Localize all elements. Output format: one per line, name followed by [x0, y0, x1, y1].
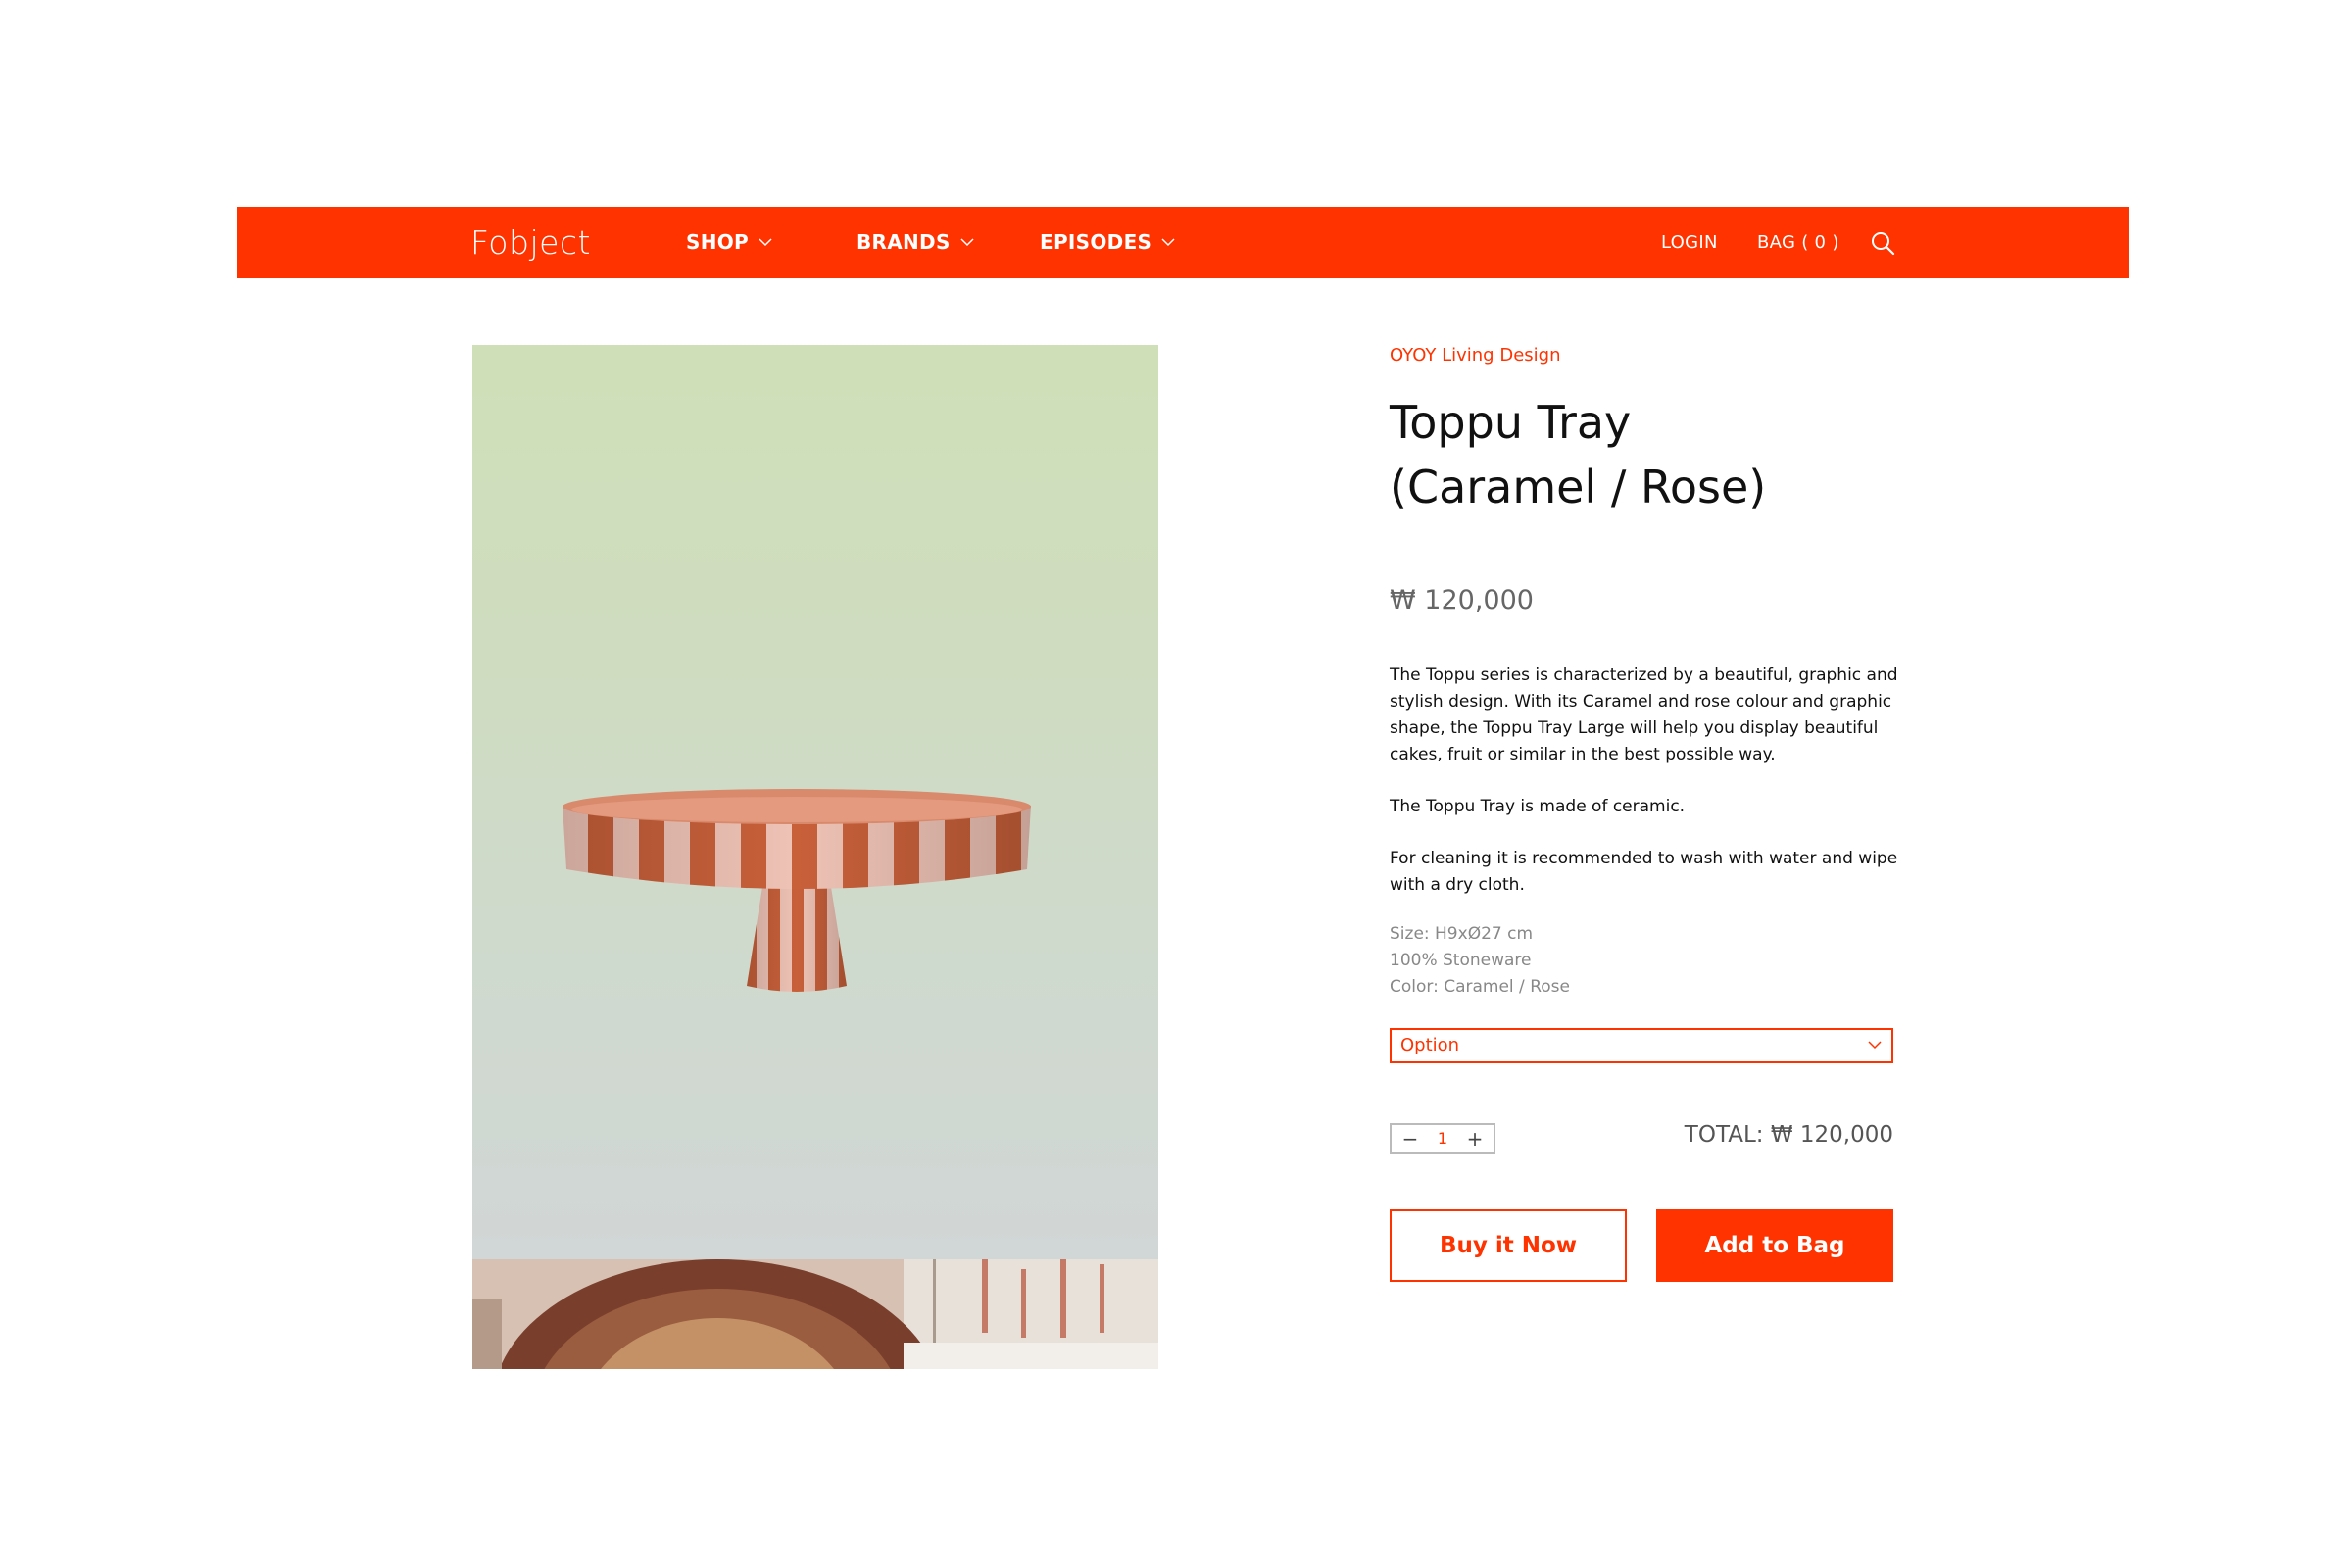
nav-episodes-label: EPISODES	[1040, 230, 1152, 254]
quantity-decrease-button[interactable]: −	[1396, 1125, 1425, 1152]
site-header: Fobject SHOP BRANDS EPISODES LOGIN BAG (…	[237, 207, 2129, 278]
quantity-input[interactable]: 1	[1425, 1125, 1460, 1152]
product-title-line1: Toppu Tray	[1390, 396, 1632, 449]
nav-shop[interactable]: SHOP	[686, 207, 772, 278]
lifestyle-photo-illustration	[472, 1259, 1158, 1369]
nav-shop-label: SHOP	[686, 230, 750, 254]
product-specs: Size: H9xØ27 cm 100% Stoneware Color: Ca…	[1390, 921, 1570, 1001]
description-paragraph: For cleaning it is recommended to wash w…	[1390, 849, 1898, 895]
chevron-down-icon	[960, 237, 974, 246]
quantity-increase-button[interactable]: +	[1460, 1125, 1490, 1152]
product-title-line2: (Caramel / Rose)	[1390, 461, 1767, 514]
bag-link[interactable]: BAG ( 0 )	[1757, 207, 1839, 278]
description-paragraph: The Toppu series is characterized by a b…	[1390, 665, 1898, 764]
login-link[interactable]: LOGIN	[1661, 207, 1718, 278]
product-title: Toppu Tray (Caramel / Rose)	[1390, 390, 1978, 519]
search-icon[interactable]	[1870, 230, 1895, 256]
spec-material: 100% Stoneware	[1390, 951, 1532, 970]
product-price: ₩ 120,000	[1390, 585, 1534, 615]
chevron-down-icon	[1161, 237, 1175, 246]
order-total: TOTAL: ₩ 120,000	[1684, 1122, 1893, 1148]
product-image[interactable]	[472, 345, 1158, 1259]
option-select[interactable]: Option	[1390, 1028, 1893, 1063]
cake-stand-illustration	[563, 789, 1031, 992]
nav-brands[interactable]: BRANDS	[857, 207, 974, 278]
chevron-down-icon	[1868, 1041, 1882, 1050]
nav-brands-label: BRANDS	[857, 230, 951, 254]
add-to-bag-button[interactable]: Add to Bag	[1656, 1209, 1893, 1282]
nav-episodes[interactable]: EPISODES	[1040, 207, 1175, 278]
spec-color: Color: Caramel / Rose	[1390, 977, 1570, 997]
description-paragraph: The Toppu Tray is made of ceramic.	[1390, 797, 1686, 816]
product-description: The Toppu series is characterized by a b…	[1390, 662, 1899, 924]
chevron-down-icon	[759, 237, 772, 246]
product-lifestyle-image[interactable]	[472, 1259, 1158, 1369]
spec-size: Size: H9xØ27 cm	[1390, 924, 1534, 944]
quantity-stepper[interactable]: − 1 +	[1390, 1123, 1495, 1154]
option-select-label: Option	[1400, 1035, 1460, 1055]
buy-now-button[interactable]: Buy it Now	[1390, 1209, 1627, 1282]
site-logo[interactable]: Fobject	[470, 207, 591, 278]
product-brand-link[interactable]: OYOY Living Design	[1390, 345, 1560, 366]
product-gallery[interactable]	[472, 345, 1158, 1369]
